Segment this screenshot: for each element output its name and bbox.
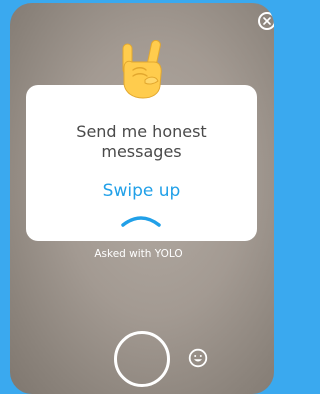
question-card[interactable]: Send me honest messages Swipe up xyxy=(26,85,257,241)
capture-button[interactable] xyxy=(114,331,170,387)
rock-on-hand-icon xyxy=(122,40,162,99)
chevron-up-icon[interactable] xyxy=(119,212,163,228)
close-icon xyxy=(263,17,271,25)
smiley-icon[interactable] xyxy=(188,348,208,368)
asked-with-caption: Asked with YOLO xyxy=(94,248,183,260)
swipe-up-label[interactable]: Swipe up xyxy=(26,181,257,201)
app-frame: Send me honest messages Swipe up Asked wi… xyxy=(0,0,277,394)
question-text: Send me honest messages xyxy=(76,122,207,161)
close-button[interactable] xyxy=(258,12,274,30)
